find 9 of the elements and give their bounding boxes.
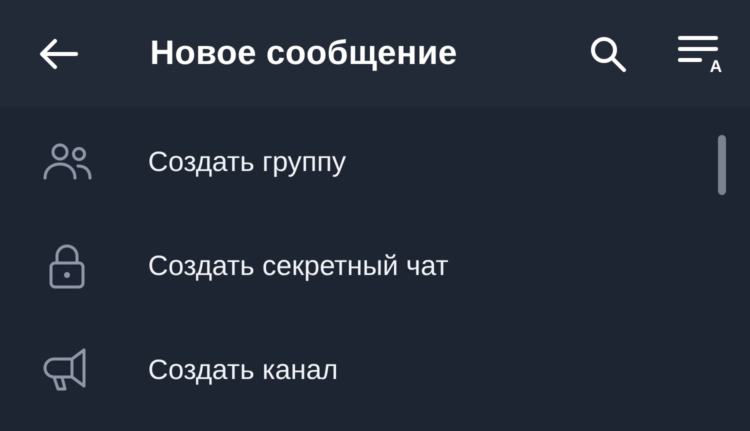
back-button[interactable] (38, 38, 78, 70)
people-icon (42, 142, 92, 182)
menu-item[interactable]: Создать канал (0, 318, 750, 422)
menu-item[interactable]: Создать группу (0, 110, 750, 214)
menu-item[interactable]: Создать секретный чат (0, 214, 750, 318)
screen-title: Новое сообщение (150, 34, 458, 73)
sort-button[interactable]: A (678, 32, 722, 74)
back-arrow-icon (38, 38, 78, 70)
scrollbar[interactable] (718, 135, 726, 195)
